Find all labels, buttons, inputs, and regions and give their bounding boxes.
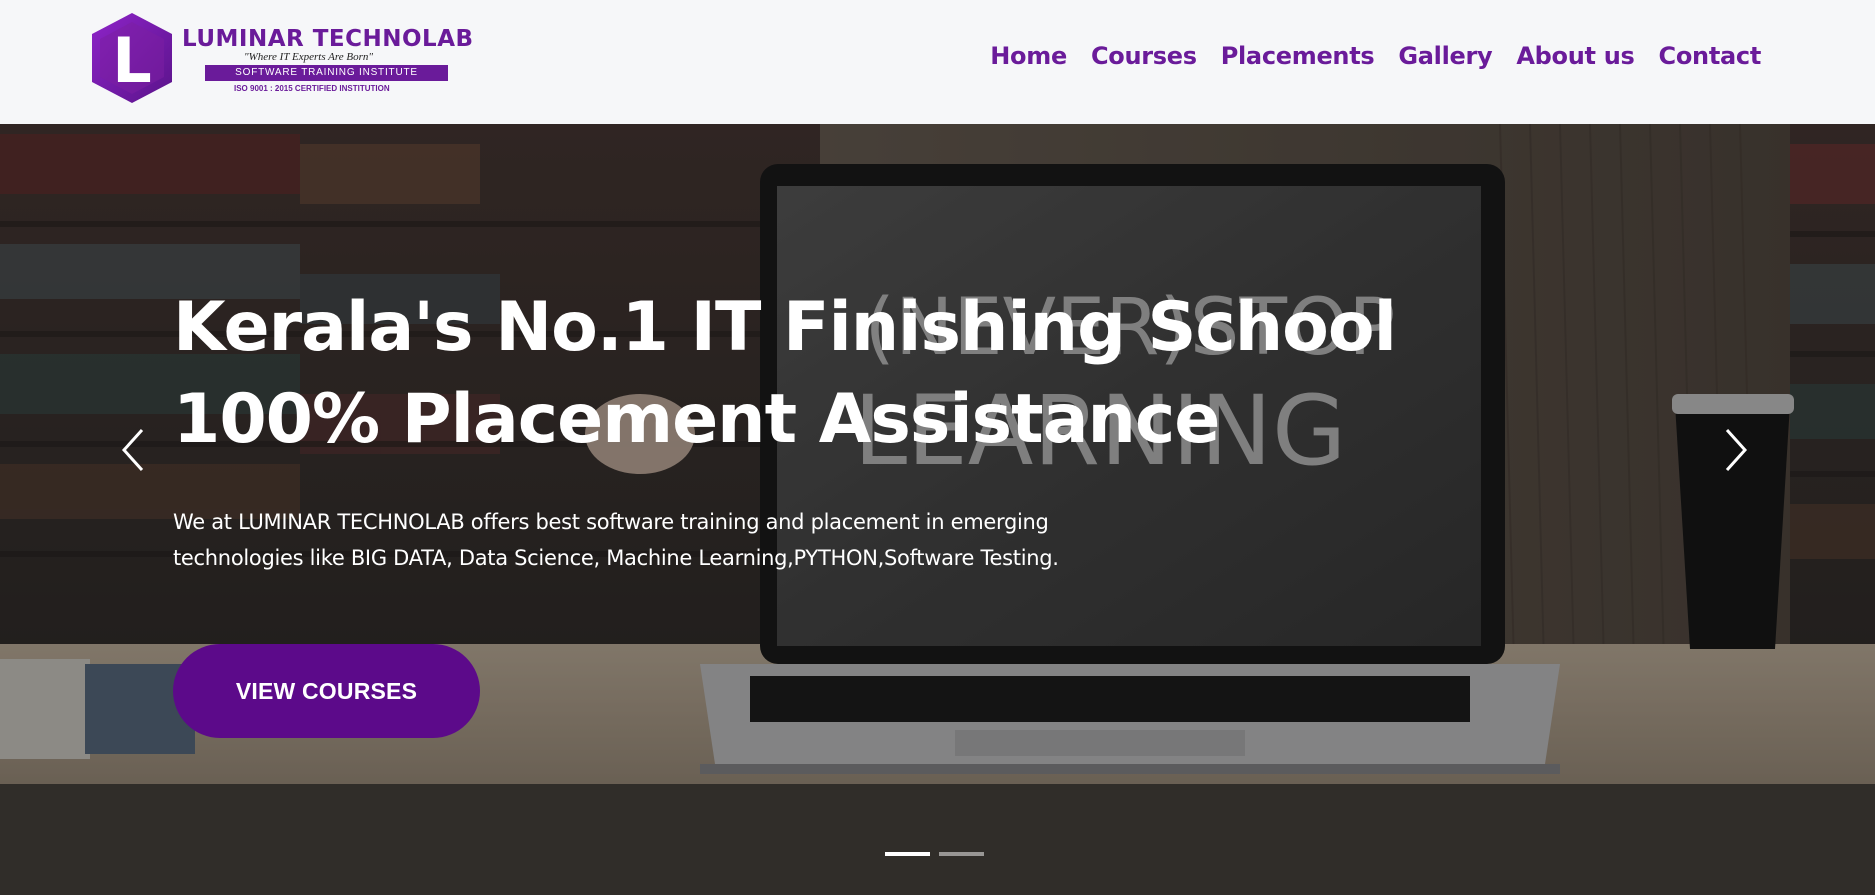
nav-courses[interactable]: Courses <box>1091 42 1197 70</box>
logo-hexagon-icon: L <box>92 13 172 103</box>
logo-mark: L <box>112 24 152 97</box>
site-header: L LUMINAR TECHNOLAB "Where IT Experts Ar… <box>0 0 1875 124</box>
logo-brand-name: LUMINAR TECHNOLAB <box>182 26 474 52</box>
nav-about-us[interactable]: About us <box>1516 42 1634 70</box>
hero-description: We at LUMINAR TECHNOLAB offers best soft… <box>173 510 1059 570</box>
logo-banner: SOFTWARE TRAINING INSTITUTE <box>205 65 448 81</box>
hero-heading-line2: 100% Placement Assistance <box>173 380 1220 459</box>
hero-carousel: (NEVER)STOP LEARNING Kerala's No.1 IT Fi… <box>0 124 1875 895</box>
carousel-indicator-1[interactable] <box>885 852 930 856</box>
nav-gallery[interactable]: Gallery <box>1398 42 1492 70</box>
hero-heading-line1: Kerala's No.1 IT Finishing School <box>173 288 1397 367</box>
logo-tagline: "Where IT Experts Are Born" <box>244 51 373 63</box>
luminar-logo[interactable]: L LUMINAR TECHNOLAB "Where IT Experts Ar… <box>88 10 483 106</box>
hero-heading: Kerala's No.1 IT Finishing School 100% P… <box>173 282 1397 466</box>
chevron-left-icon[interactable] <box>114 420 154 480</box>
carousel-indicators <box>885 852 984 856</box>
nav-home[interactable]: Home <box>990 42 1067 70</box>
logo-certification: ISO 9001 : 2015 CERTIFIED INSTITUTION <box>234 84 390 93</box>
chevron-right-icon[interactable] <box>1715 420 1755 480</box>
view-courses-button[interactable]: VIEW COURSES <box>173 644 480 738</box>
carousel-indicator-2[interactable] <box>939 852 984 856</box>
nav-contact[interactable]: Contact <box>1659 42 1762 70</box>
nav-placements[interactable]: Placements <box>1221 42 1375 70</box>
main-navigation: Home Courses Placements Gallery About us… <box>990 42 1761 70</box>
